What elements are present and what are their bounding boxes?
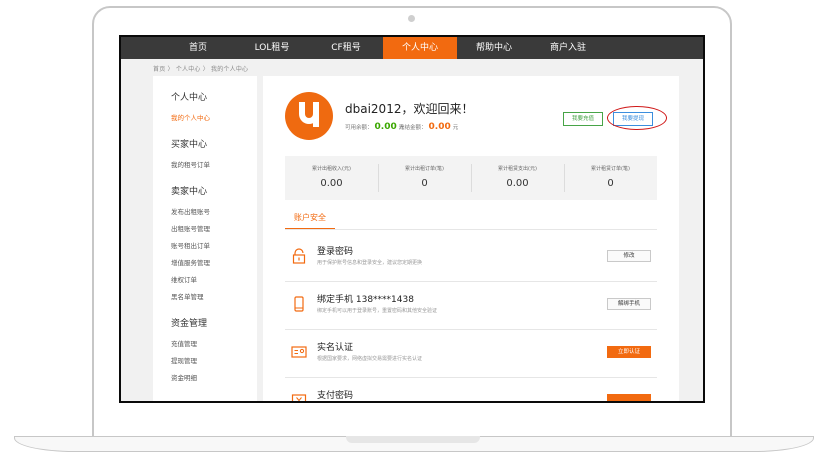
stat-value: 0.00 xyxy=(506,178,529,189)
sidebar-link-manage[interactable]: 出租账号管理 xyxy=(171,221,257,238)
stat-item: 累计出租收入(元) 0.00 xyxy=(285,156,378,200)
top-nav: 首页 LOL租号 CF租号 个人中心 帮助中心 商户入驻 xyxy=(121,37,703,59)
security-title: 登录密码 xyxy=(317,247,354,257)
camera-dot xyxy=(408,15,415,22)
stat-value: 0 xyxy=(607,178,614,189)
payment-icon xyxy=(291,392,307,401)
available-balance: 可用余额： 0.00 元 xyxy=(345,122,404,132)
stat-item: 累计租赁支出(元) 0.00 xyxy=(471,156,564,200)
main-panel: dbai2012，欢迎回来！ 可用余额： 0.00 元 冻结金额： 0.00 元 我要充… xyxy=(263,76,679,401)
modify-password-button[interactable]: 修改 xyxy=(607,250,651,262)
security-row-real-name: 实名认证 根据国家要求，网络虚拟交易需要进行实名认证 立即认证 xyxy=(285,330,657,378)
stat-value: 0 xyxy=(421,178,428,189)
sidebar-section-title: 个人中心 xyxy=(171,93,208,103)
unbind-phone-button[interactable]: 解绑手机 xyxy=(607,298,651,310)
frozen-unit: 元 xyxy=(452,125,459,131)
security-title: 绑定手机 138****1438 xyxy=(317,295,414,305)
stat-value: 0.00 xyxy=(320,178,343,189)
sidebar-link-my-orders[interactable]: 我的租号订单 xyxy=(171,157,257,174)
laptop-screen: 首页 LOL租号 CF租号 个人中心 帮助中心 商户入驻 首页 〉 个人中心 〉… xyxy=(119,35,705,403)
nav-help-center[interactable]: 帮助中心 xyxy=(457,37,531,59)
sidebar-section-title: 买家中心 xyxy=(171,140,208,150)
nav-cf-rental[interactable]: CF租号 xyxy=(309,37,383,59)
available-value: 0.00 xyxy=(374,122,397,132)
welcome-text: dbai2012，欢迎回来！ xyxy=(345,102,474,116)
nav-home[interactable]: 首页 xyxy=(161,37,235,59)
sidebar-link-value-added[interactable]: 增值服务管理 xyxy=(171,255,257,272)
security-desc: 绑定手机可以用于登录账号，重置密码和其他安全验证 xyxy=(317,308,438,314)
security-desc: 用于保护账号信息和登录安全，建议您定期更换 xyxy=(317,260,423,266)
available-label: 可用余额： xyxy=(345,125,373,131)
stat-item: 累计出租订单(笔) 0 xyxy=(378,156,471,200)
sidebar-section-title: 卖家中心 xyxy=(171,187,208,197)
avatar xyxy=(285,92,333,140)
security-row-payment-password: 支付密码 xyxy=(285,378,657,401)
sidebar-link-funds-detail[interactable]: 资金明细 xyxy=(171,370,257,387)
sidebar: 个人中心 我的个人中心 买家中心 我的租号订单 卖家中心 发布出租账号 出租账号… xyxy=(153,76,257,401)
sidebar-section-title: 资金管理 xyxy=(171,319,208,329)
security-title: 支付密码 xyxy=(317,391,354,401)
stat-label: 累计租赁订单(笔) xyxy=(591,166,630,172)
id-card-icon xyxy=(291,344,307,360)
frozen-value: 0.00 xyxy=(428,122,451,132)
nav-personal-center[interactable]: 个人中心 xyxy=(383,37,457,59)
sidebar-link-my-center[interactable]: 我的个人中心 xyxy=(171,110,257,127)
sidebar-link-rented-orders[interactable]: 账号租出订单 xyxy=(171,238,257,255)
stat-label: 累计出租订单(笔) xyxy=(405,166,444,172)
sidebar-link-publish[interactable]: 发布出租账号 xyxy=(171,204,257,221)
verify-now-button[interactable]: 立即认证 xyxy=(607,346,651,358)
sidebar-link-blacklist[interactable]: 黑名单管理 xyxy=(171,289,257,306)
recharge-button[interactable]: 我要充值 xyxy=(563,112,603,126)
security-row-phone: 绑定手机 138****1438 绑定手机可以用于登录账号，重置密码和其他安全验… xyxy=(285,282,657,330)
stat-label: 累计租赁支出(元) xyxy=(498,166,537,172)
stat-item: 累计租赁订单(笔) 0 xyxy=(564,156,657,200)
security-title: 实名认证 xyxy=(317,343,354,353)
lock-icon xyxy=(291,248,307,264)
sidebar-link-recharge[interactable]: 充值管理 xyxy=(171,336,257,353)
laptop-notch xyxy=(346,436,480,443)
tab-account-security[interactable]: 账户安全 xyxy=(285,209,335,229)
security-desc: 根据国家要求，网络虚拟交易需要进行实名认证 xyxy=(317,356,423,362)
frozen-balance: 冻结金额： 0.00 元 xyxy=(399,122,458,132)
phone-icon xyxy=(291,296,307,312)
payment-password-button[interactable] xyxy=(607,394,651,401)
sidebar-link-dispute-orders[interactable]: 维权订单 xyxy=(171,272,257,289)
frozen-label: 冻结金额： xyxy=(399,125,427,131)
stats-bar: 累计出租收入(元) 0.00 累计出租订单(笔) 0 累计租赁支出(元) 0.0… xyxy=(285,156,657,200)
nav-merchant-join[interactable]: 商户入驻 xyxy=(531,37,605,59)
security-row-login-password: 登录密码 用于保护账号信息和登录安全，建议您定期更换 修改 xyxy=(285,234,657,282)
stat-label: 累计出租收入(元) xyxy=(312,166,351,172)
nav-lol-rental[interactable]: LOL租号 xyxy=(235,37,309,59)
website: 首页 LOL租号 CF租号 个人中心 帮助中心 商户入驻 首页 〉 个人中心 〉… xyxy=(121,37,703,401)
breadcrumb[interactable]: 首页 〉 个人中心 〉 我的个人中心 xyxy=(153,64,248,73)
sidebar-link-withdraw[interactable]: 提现管理 xyxy=(171,353,257,370)
highlight-circle xyxy=(607,106,667,130)
